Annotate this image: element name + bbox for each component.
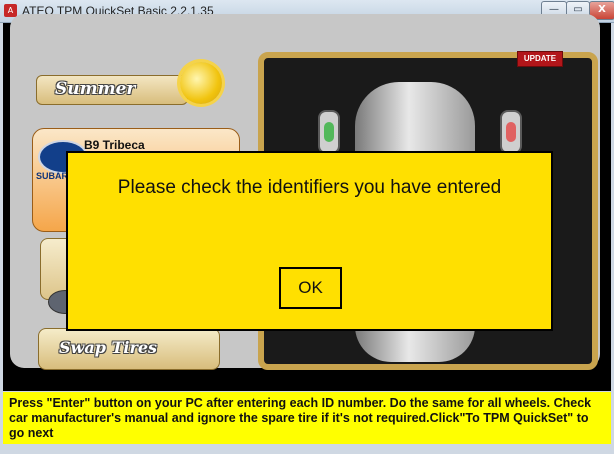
- app-icon: A: [4, 4, 17, 17]
- update-button[interactable]: UPDATE: [517, 51, 563, 67]
- vehicle-model: B9 Tribeca: [84, 138, 145, 152]
- tire-front-left-indicator[interactable]: [318, 110, 340, 154]
- tire-front-right-indicator[interactable]: [500, 110, 522, 154]
- season-label: Summer: [55, 79, 136, 99]
- sun-icon: [180, 62, 222, 104]
- season-summer-button[interactable]: Summer: [36, 75, 188, 105]
- dialog-message: Please check the identifiers you have en…: [117, 177, 502, 198]
- ok-button[interactable]: OK: [279, 267, 342, 309]
- window-bottom-border: [0, 444, 614, 454]
- instruction-text: Press "Enter" button on your PC after en…: [9, 396, 592, 440]
- instruction-bar: Press "Enter" button on your PC after en…: [3, 392, 611, 444]
- swap-tires-label: Swap Tires: [59, 338, 158, 357]
- identifier-warning-dialog: Please check the identifiers you have en…: [66, 151, 553, 331]
- swap-tires-button[interactable]: Swap Tires: [38, 328, 220, 370]
